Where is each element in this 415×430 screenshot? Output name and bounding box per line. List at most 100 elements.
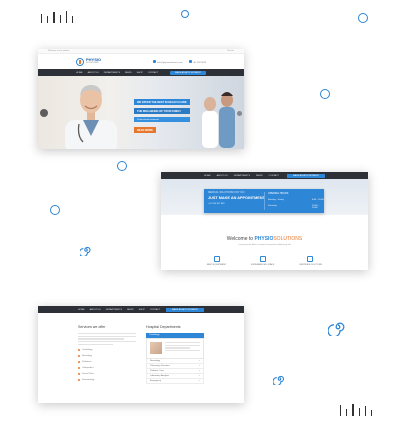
service-label: Dental Clinic bbox=[82, 372, 95, 375]
screenshot-home: Welcome to our website Find us PHYSIO SO… bbox=[38, 49, 244, 149]
logo-sub: SOLUTIONS bbox=[86, 62, 99, 65]
appointment-phone[interactable]: +01 234 567 890 bbox=[208, 203, 224, 205]
feature-item: BEST EQUIPMENT bbox=[207, 256, 226, 266]
hero-slider: WE OFFER THE BEST IN HEALTH CARE THE WEL… bbox=[38, 76, 244, 149]
doctor-portrait bbox=[65, 85, 117, 149]
staff-icon bbox=[259, 256, 266, 262]
plus-icon: + bbox=[198, 360, 200, 362]
service-label: Neurology bbox=[82, 354, 92, 357]
welcome-prefix: Welcome to bbox=[226, 236, 254, 242]
department-image bbox=[150, 342, 162, 354]
nav-item-departments[interactable]: DEPARTMENTS bbox=[106, 309, 122, 311]
nav-item-contact[interactable]: CONTACT bbox=[148, 72, 158, 74]
hours-row-label: Saturday bbox=[268, 205, 277, 207]
feature-label: BEST EQUIPMENT bbox=[207, 264, 227, 266]
welcome-heading: Welcome to PHYSIOSOLUTIONS bbox=[161, 236, 368, 242]
phone-item: +01 234 5678 bbox=[188, 59, 206, 64]
tick-marks-top bbox=[41, 11, 74, 23]
nav-item-home[interactable]: HOME bbox=[204, 175, 211, 177]
bullet-icon bbox=[78, 348, 80, 351]
hero-caption-3: Professional treatment bbox=[134, 117, 190, 122]
service-item[interactable]: Cardiology bbox=[78, 348, 136, 351]
logo-icon bbox=[76, 57, 84, 66]
hero-read-more-button[interactable]: READ MORE bbox=[134, 127, 156, 133]
feature-label: EXPERIENCED STAFF bbox=[251, 264, 275, 266]
logo-text: PHYSIO SOLUTIONS bbox=[86, 58, 101, 65]
ring-icon bbox=[50, 205, 60, 215]
opening-hours-title: OPENING HOURS bbox=[268, 192, 289, 195]
service-item[interactable]: Pediatrics bbox=[78, 360, 136, 363]
feature-list: BEST EQUIPMENT EXPERIENCED STAFF CERTIFI… bbox=[161, 256, 368, 266]
main-nav: HOME ABOUT US DEPARTMENTS NEWS CONTACT M… bbox=[161, 172, 368, 179]
tick-marks-bottom bbox=[340, 404, 373, 416]
service-item[interactable]: Orthopedics bbox=[78, 366, 136, 369]
service-item[interactable]: Dental Clinic bbox=[78, 372, 136, 375]
contact-email: info@physiosolutions.com bbox=[157, 61, 183, 64]
departments-title: Hospital Departments bbox=[146, 325, 181, 329]
appointment-button[interactable]: MAKE AN APPOINTMENT bbox=[286, 173, 325, 178]
nav-item-shop[interactable]: SHOP bbox=[137, 72, 143, 74]
service-item[interactable]: Dermatology bbox=[78, 378, 136, 381]
screenshot-departments: HOME ABOUT US DEPARTMENTS NEWS SHOP CONT… bbox=[38, 306, 244, 403]
equipment-icon bbox=[213, 256, 220, 262]
department-label: Emergency bbox=[150, 380, 162, 382]
nav-item-about[interactable]: ABOUT US bbox=[217, 175, 228, 177]
feature-item: EXPERIENCED STAFF bbox=[251, 256, 274, 266]
swirl-icon bbox=[273, 375, 285, 385]
nav-item-contact[interactable]: CONTACT bbox=[269, 175, 279, 177]
welcome-subtitle: Lorem ipsum dolor sit amet consectetur a… bbox=[238, 244, 291, 246]
bullet-icon bbox=[78, 378, 80, 381]
brand-row: PHYSIO SOLUTIONS info@physiosolutions.co… bbox=[38, 54, 244, 69]
text-line bbox=[78, 338, 125, 340]
text-line bbox=[165, 350, 200, 352]
services-title: Services we offer bbox=[78, 325, 106, 329]
email-item: info@physiosolutions.com bbox=[153, 59, 183, 64]
appointment-small-label: MEDICAL SOLUTIONS FOR YOU bbox=[208, 191, 245, 194]
nav-item-home[interactable]: HOME bbox=[76, 72, 83, 74]
hours-row-value: 10.00 - 14.00 bbox=[312, 205, 319, 209]
site-logo[interactable]: PHYSIO SOLUTIONS bbox=[76, 57, 101, 66]
text-line bbox=[78, 333, 136, 335]
plus-icon: + bbox=[198, 380, 200, 382]
main-nav: HOME ABOUT US DEPARTMENTS NEWS SHOP CONT… bbox=[38, 306, 244, 313]
text-line bbox=[165, 342, 200, 344]
nav-item-home[interactable]: HOME bbox=[78, 309, 85, 311]
appointment-divider bbox=[264, 192, 265, 210]
nav-item-news[interactable]: NEWS bbox=[127, 309, 134, 311]
contact-phone: +01 234 5678 bbox=[192, 61, 206, 64]
topbar-right-text[interactable]: Find us bbox=[227, 50, 234, 52]
department-card bbox=[146, 338, 204, 359]
appointment-button[interactable]: MAKE AN APPOINTMENT bbox=[165, 307, 204, 312]
nav-item-about[interactable]: ABOUT US bbox=[90, 309, 101, 311]
text-line bbox=[165, 347, 190, 349]
nav-item-departments[interactable]: DEPARTMENTS bbox=[234, 175, 250, 177]
nav-item-shop[interactable]: SHOP bbox=[139, 309, 145, 311]
main-nav: HOME ABOUT US DEPARTMENTS NEWS SHOP CONT… bbox=[38, 69, 244, 76]
services-column: Services we offer Cardiology Neurology P… bbox=[78, 325, 136, 384]
department-label: Neurology bbox=[150, 360, 160, 362]
nav-item-contact[interactable]: CONTACT bbox=[150, 309, 160, 311]
nav-item-news[interactable]: NEWS bbox=[256, 175, 263, 177]
medical-staff-image bbox=[202, 92, 235, 148]
bullet-icon bbox=[78, 366, 80, 369]
hero-caption-2: THE WELLBEING OF YOUR FAMILY bbox=[134, 108, 190, 114]
feature-item: CERTIFIED DOCTORS bbox=[299, 256, 322, 266]
text-line bbox=[78, 343, 113, 345]
ring-icon bbox=[181, 10, 189, 18]
nav-item-departments[interactable]: DEPARTMENTS bbox=[104, 72, 120, 74]
nav-item-about[interactable]: ABOUT US bbox=[88, 72, 99, 74]
ring-icon bbox=[358, 13, 368, 23]
service-item[interactable]: Neurology bbox=[78, 354, 136, 357]
contact-info: info@physiosolutions.com +01 234 5678 bbox=[153, 59, 206, 64]
department-row[interactable]: Emergency + bbox=[146, 379, 204, 384]
shield-icon bbox=[307, 256, 314, 262]
text-line bbox=[78, 335, 136, 337]
bullet-icon bbox=[78, 360, 80, 363]
slider-next-button[interactable] bbox=[237, 111, 242, 116]
nav-item-news[interactable]: NEWS bbox=[125, 72, 132, 74]
slider-prev-button[interactable] bbox=[40, 109, 48, 117]
appointment-button[interactable]: MAKE AN APPOINTMENT bbox=[169, 70, 206, 75]
mail-icon bbox=[153, 59, 157, 63]
appointment-box: MEDICAL SOLUTIONS FOR YOU JUST MAKE AN A… bbox=[204, 189, 324, 213]
swirl-icon bbox=[80, 246, 91, 256]
